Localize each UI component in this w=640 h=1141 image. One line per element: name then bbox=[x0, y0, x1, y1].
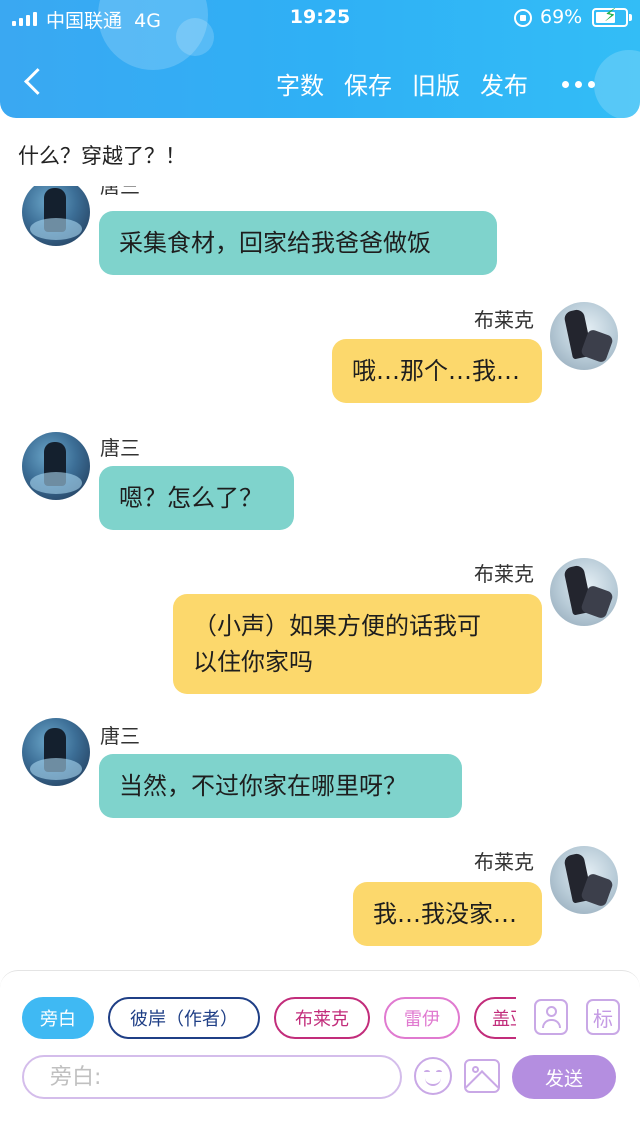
back-button[interactable] bbox=[14, 62, 58, 106]
emoji-mouth bbox=[425, 1076, 441, 1086]
more-dot bbox=[588, 80, 595, 88]
image-icon-mountain bbox=[466, 1070, 498, 1091]
message-bubble[interactable]: 采集食材，回家给我爸爸做饭 bbox=[99, 211, 497, 275]
more-dot bbox=[562, 80, 569, 88]
more-options-button[interactable] bbox=[562, 70, 600, 98]
avatar-blake[interactable] bbox=[550, 846, 618, 914]
chat-area[interactable]: 唐三 采集食材，回家给我爸爸做饭 布莱克 哦…那个…我… 唐三 嗯？怎么了？ 布… bbox=[0, 186, 640, 968]
sender-name: 唐三 bbox=[100, 436, 140, 460]
word-count-button[interactable]: 字数 bbox=[276, 66, 324, 101]
top-header: 中国联通 4G 19:25 69% ⚡ 字数 保存 旧版 发布 bbox=[0, 0, 640, 118]
avatar-blake[interactable] bbox=[550, 558, 618, 626]
publish-button[interactable]: 发布 bbox=[480, 66, 528, 101]
role-chip-gaiya[interactable]: 盖亚 bbox=[474, 997, 516, 1039]
person-icon-body bbox=[542, 1019, 561, 1028]
image-button[interactable] bbox=[464, 1059, 500, 1093]
image-icon-sun bbox=[472, 1066, 479, 1073]
avatar-tangsan[interactable] bbox=[22, 718, 90, 786]
status-bar: 中国联通 4G 19:25 69% ⚡ bbox=[0, 0, 640, 36]
message-bubble[interactable]: 嗯？怎么了？ bbox=[99, 466, 294, 530]
message-bubble[interactable]: 我…我没家… bbox=[353, 882, 542, 946]
send-button[interactable]: 发送 bbox=[512, 1055, 616, 1099]
rotation-lock-icon bbox=[514, 9, 532, 27]
person-icon bbox=[546, 1006, 557, 1017]
role-chip-author[interactable]: 彼岸（作者） bbox=[108, 997, 260, 1039]
old-version-button[interactable]: 旧版 bbox=[412, 66, 460, 101]
sender-name: 布莱克 bbox=[474, 308, 534, 332]
battery-cap bbox=[629, 14, 632, 21]
role-chip-blake[interactable]: 布莱克 bbox=[274, 997, 370, 1039]
message-input[interactable] bbox=[22, 1055, 402, 1099]
role-selector[interactable]: 旁白 彼岸（作者） 布莱克 雷伊 盖亚 bbox=[22, 997, 516, 1041]
avatar-tangsan[interactable] bbox=[22, 432, 90, 500]
save-button[interactable]: 保存 bbox=[344, 66, 392, 101]
sender-name: 唐三 bbox=[100, 186, 140, 198]
avatar-tangsan[interactable] bbox=[22, 186, 90, 246]
message-bubble[interactable]: （小声）如果方便的话我可 以住你家吗 bbox=[173, 594, 542, 694]
charging-icon: ⚡ bbox=[604, 5, 617, 26]
chapter-title: 什么？穿越了？！ bbox=[18, 144, 186, 168]
more-dot bbox=[575, 80, 582, 88]
sender-name: 布莱克 bbox=[474, 562, 534, 586]
emoji-eye bbox=[424, 1070, 430, 1074]
message-bubble[interactable]: 当然，不过你家在哪里呀？ bbox=[99, 754, 462, 818]
message-bubble[interactable]: 哦…那个…我… bbox=[332, 339, 542, 403]
sender-name: 布莱克 bbox=[474, 850, 534, 874]
emoji-eye bbox=[436, 1070, 442, 1074]
sender-name: 唐三 bbox=[100, 724, 140, 748]
emoji-button[interactable] bbox=[414, 1057, 452, 1095]
avatar-blake[interactable] bbox=[550, 302, 618, 370]
role-chip-narrator[interactable]: 旁白 bbox=[22, 997, 94, 1039]
decor-bubble bbox=[594, 50, 640, 118]
compose-panel: 旁白 彼岸（作者） 布莱克 雷伊 盖亚 标 发送 bbox=[0, 970, 640, 1141]
manage-roles-button[interactable] bbox=[534, 999, 568, 1035]
role-chip-leiyi[interactable]: 雷伊 bbox=[384, 997, 460, 1039]
tag-button[interactable]: 标 bbox=[586, 999, 620, 1035]
toolbar-actions: 字数 保存 旧版 发布 bbox=[276, 66, 528, 101]
battery-percent: 69% bbox=[540, 6, 583, 28]
